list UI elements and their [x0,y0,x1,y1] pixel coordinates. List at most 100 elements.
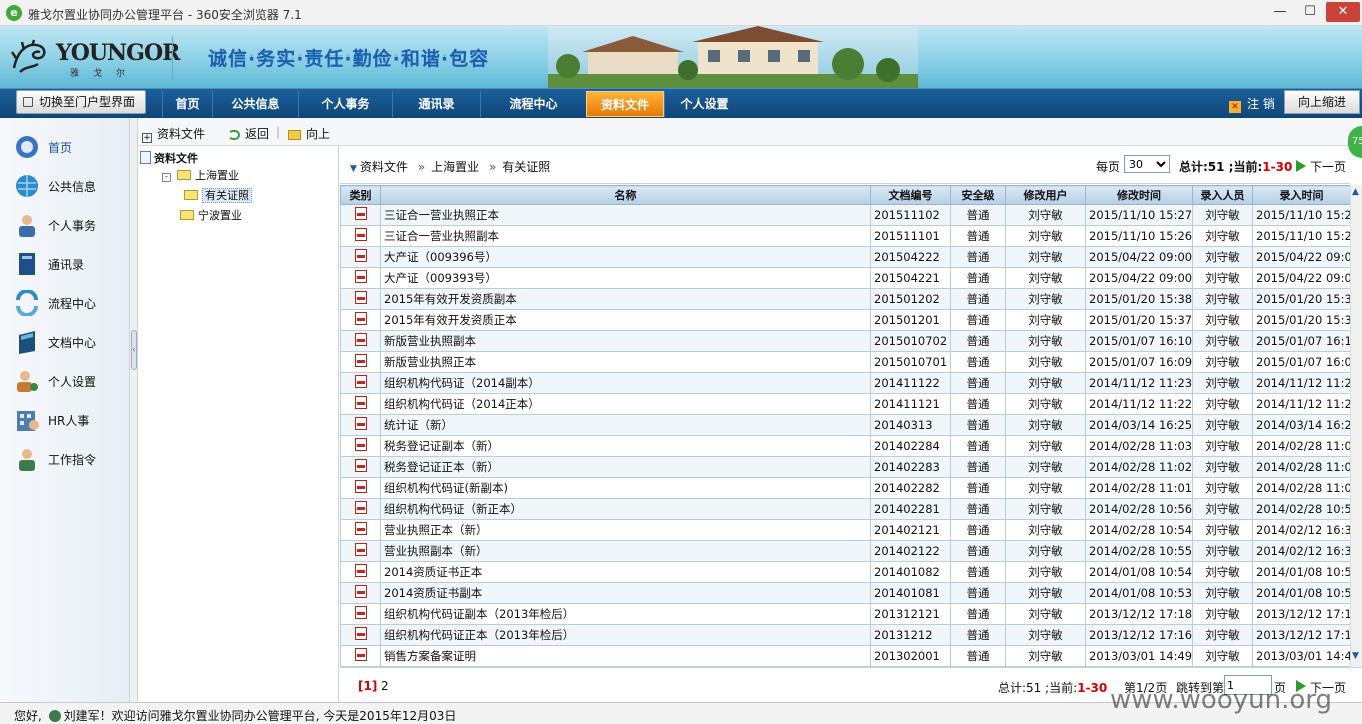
doc-name-cell[interactable]: 组织机构代码证（2014正本） [380,393,871,415]
table-row[interactable]: 组织机构代码证副本（2013年检后） 201312121 普通 刘守敏 2013/12/… [340,603,1350,625]
table-row[interactable]: 组织机构代码证（2014正本） 201411121 普通 刘守敏 2014/11/12 … [340,393,1350,415]
doc-name-cell[interactable]: 营业执照副本（新） [380,540,871,562]
table-row[interactable]: 营业执照正本（新） 201402121 普通 刘守敏 2014/02/28 10:54 刘… [340,519,1350,541]
pdf-file-icon[interactable] [354,417,367,430]
table-row[interactable]: 三证合一营业执照副本 201511101 普通 刘守敏 2015/11/10 15:26… [340,225,1350,247]
table-row[interactable]: 大产证（009393号） 201504221 普通 刘守敏 2015/04/22 09:… [340,267,1350,289]
table-row[interactable]: 组织机构代码证正本（2013年检后） 20131212 普通 刘守敏 2013/12/1… [340,624,1350,646]
doc-name-cell[interactable]: 2015年有效开发资质正本 [380,309,871,331]
maximize-button[interactable]: ☐ [1296,2,1324,22]
pdf-file-icon[interactable] [354,207,367,220]
floating-badge[interactable]: 75 [1348,126,1362,158]
nav-public-info[interactable]: 公共信息 [212,91,298,117]
table-row[interactable]: 大产证（009396号） 201504222 普通 刘守敏 2015/04/22 09:… [340,246,1350,268]
doc-name-cell[interactable]: 税务登记证副本（新） [380,435,871,457]
close-button[interactable]: ✕ [1326,2,1360,22]
sidebar-item-user-settings[interactable]: 个人设置 [10,364,125,398]
collapse-handle-icon[interactable]: ‹ [131,330,137,370]
sidebar-item-instructions[interactable]: 工作指令 [10,442,125,476]
tree-node-cert[interactable]: 有关证照 [184,187,252,203]
table-row[interactable]: 组织机构代码证（2014副本） 201411122 普通 刘守敏 2014/11/12 … [340,372,1350,394]
nav-workflow[interactable]: 流程中心 [480,91,586,117]
sidebar-item-doc-center[interactable]: 文档中心 [10,325,125,359]
sidebar-item-home[interactable]: 首页 [10,130,125,164]
pdf-file-icon[interactable] [354,333,367,346]
doc-name-cell[interactable]: 2014资质证书副本 [380,582,871,604]
doc-name-cell[interactable]: 组织机构代码证副本（2013年检后） [380,603,871,625]
pdf-file-icon[interactable] [354,228,367,241]
table-row[interactable]: 组织机构代码证(新副本) 201402282 普通 刘守敏 2014/02/28 11:… [340,477,1350,499]
pdf-file-icon[interactable] [354,396,367,409]
next-page-button[interactable]: 下一页 [1296,158,1346,175]
table-row[interactable]: 税务登记证正本（新） 201402283 普通 刘守敏 2014/02/28 11:02… [340,456,1350,478]
back-button[interactable]: 返回 [228,125,269,142]
table-row[interactable]: 组织机构代码证（新正本） 201402281 普通 刘守敏 2014/02/28 10:… [340,498,1350,520]
sidebar-splitter[interactable]: ‹ [130,118,138,702]
table-row[interactable]: 2015年有效开发资质正本 201501201 普通 刘守敏 2015/01/20 15… [340,309,1350,331]
pdf-file-icon[interactable] [354,438,367,451]
pdf-file-icon[interactable] [354,270,367,283]
col-category[interactable]: 类别 [340,185,381,205]
col-security[interactable]: 安全级 [950,185,1006,205]
switch-portal-button[interactable]: 切换至门户型界面 [16,90,146,114]
page-link-2[interactable]: 2 [381,679,389,693]
pdf-file-icon[interactable] [354,585,367,598]
tree-root[interactable]: 资料文件 [140,150,198,166]
pdf-file-icon[interactable] [354,627,367,640]
doc-name-cell[interactable]: 组织机构代码证正本（2013年检后） [380,624,871,646]
col-doc-number[interactable]: 文档编号 [870,185,951,205]
doc-name-cell[interactable]: 2014资质证书正本 [380,561,871,583]
pdf-file-icon[interactable] [354,564,367,577]
doc-name-cell[interactable]: 新版营业执照正本 [380,351,871,373]
table-row[interactable]: 税务登记证副本（新） 201402284 普通 刘守敏 2014/02/28 11:03… [340,435,1350,457]
page-link-current[interactable]: [1] [358,679,377,693]
pdf-file-icon[interactable] [354,606,367,619]
table-row[interactable]: 新版营业执照副本 2015010702 普通 刘守敏 2015/01/07 16:10 刘… [340,330,1350,352]
pdf-file-icon[interactable] [354,480,367,493]
pdf-file-icon[interactable] [354,291,367,304]
breadcrumb-shanghai[interactable]: 上海置业 [431,160,479,174]
collapse-up-button[interactable]: 向上缩进 [1284,90,1360,114]
nav-personal-settings[interactable]: 个人设置 [664,91,744,117]
sidebar-item-contacts[interactable]: 通讯录 [10,247,125,281]
pdf-file-icon[interactable] [354,459,367,472]
table-row[interactable]: 2014资质证书正本 201401082 普通 刘守敏 2014/01/08 10:54… [340,561,1350,583]
sidebar-item-hr[interactable]: HR人事 [10,403,125,437]
scroll-down-icon[interactable]: ▼ [1352,651,1359,661]
doc-name-cell[interactable]: 2015年有效开发资质副本 [380,288,871,310]
nav-contacts[interactable]: 通讯录 [392,91,480,117]
table-row[interactable]: 营业执照副本（新） 201402122 普通 刘守敏 2014/02/28 10:55 刘… [340,540,1350,562]
doc-name-cell[interactable]: 新版营业执照副本 [380,330,871,352]
pdf-file-icon[interactable] [354,648,367,661]
col-entered-by[interactable]: 录入人员 [1192,185,1253,205]
files-root-button[interactable]: + 资料文件 [142,125,205,143]
doc-name-cell[interactable]: 组织机构代码证(新副本) [380,477,871,499]
pdf-file-icon[interactable] [354,375,367,388]
table-row[interactable]: 2015年有效开发资质副本 201501202 普通 刘守敏 2015/01/20 15… [340,288,1350,310]
doc-name-cell[interactable]: 三证合一营业执照正本 [380,204,871,226]
nav-home[interactable]: 首页 [162,91,212,117]
nav-documents[interactable]: 资料文件 [586,91,664,117]
doc-name-cell[interactable]: 大产证（009393号） [380,267,871,289]
col-name[interactable]: 名称 [380,185,871,205]
tree-node-shanghai[interactable]: - 上海置业 [162,167,239,183]
pdf-file-icon[interactable] [354,312,367,325]
doc-name-cell[interactable]: 统计证（新） [380,414,871,436]
table-row[interactable]: 统计证（新） 20140313 普通 刘守敏 2014/03/14 16:25 刘守敏 20… [340,414,1350,436]
tree-node-ningbo[interactable]: 宁波置业 [180,207,242,223]
doc-name-cell[interactable]: 销售方案备案证明 [380,645,871,667]
sidebar-item-workflow[interactable]: 流程中心 [10,286,125,320]
pdf-file-icon[interactable] [354,249,367,262]
sidebar-item-public-info[interactable]: 公共信息 [10,169,125,203]
up-button[interactable]: 向上 [288,125,330,142]
doc-name-cell[interactable]: 大产证（009396号） [380,246,871,268]
col-modified-time[interactable]: 修改时间 [1085,185,1193,205]
doc-name-cell[interactable]: 税务登记证正本（新） [380,456,871,478]
table-scrollbar[interactable]: ▲ ▼ [1350,185,1362,667]
col-entered-time[interactable]: 录入时间 [1252,185,1350,205]
table-row[interactable]: 2014资质证书副本 201401081 普通 刘守敏 2014/01/08 10:53… [340,582,1350,604]
table-row[interactable]: 新版营业执照正本 2015010701 普通 刘守敏 2015/01/07 16:09 刘… [340,351,1350,373]
logout-button[interactable]: ✕ 注 销 [1229,95,1275,113]
scroll-up-icon[interactable]: ▲ [1352,187,1359,197]
pdf-file-icon[interactable] [354,522,367,535]
